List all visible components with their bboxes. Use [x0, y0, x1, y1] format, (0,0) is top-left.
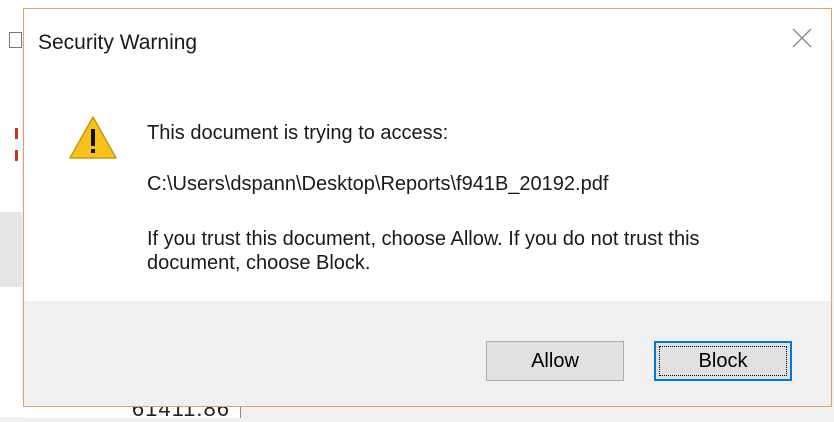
block-button[interactable]: Block — [654, 341, 792, 381]
access-message: This document is trying to access: — [147, 122, 449, 144]
close-button[interactable] — [787, 23, 817, 53]
background-red-marker — [15, 128, 18, 139]
close-icon — [792, 28, 812, 48]
background-app-gray-band — [0, 212, 22, 287]
file-path: C:\Users\dspann\Desktop\Reports\f941B_20… — [147, 173, 609, 195]
background-red-marker — [15, 150, 18, 161]
block-button-label: Block — [698, 349, 748, 372]
security-warning-dialog: Security Warning This document is trying… — [23, 8, 832, 407]
dialog-title: Security Warning — [38, 31, 198, 54]
dialog-button-bar: Allow Block — [24, 301, 831, 406]
allow-button-label: Allow — [531, 349, 579, 372]
warning-icon — [68, 115, 118, 161]
allow-button[interactable]: Allow — [486, 341, 624, 381]
trust-instructions: If you trust this document, choose Allow… — [147, 228, 700, 274]
background-app-left-column — [0, 0, 22, 417]
background-checkbox[interactable] — [9, 32, 22, 48]
